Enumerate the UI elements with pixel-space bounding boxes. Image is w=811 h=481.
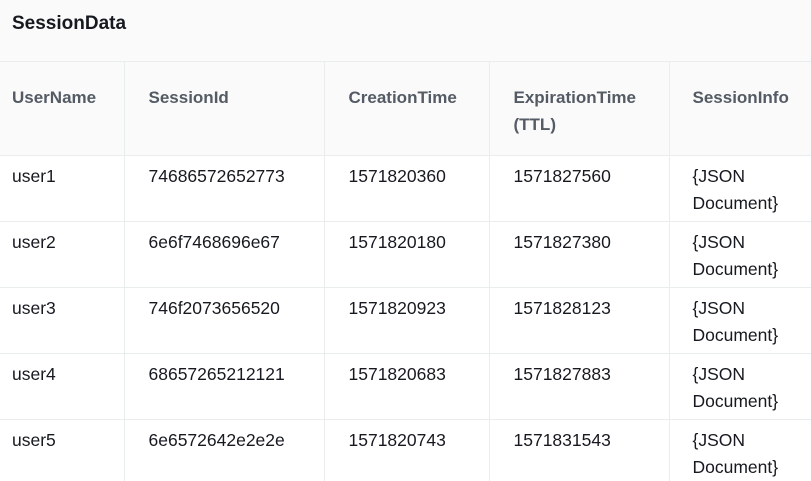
cell-sessioninfo: {JSON Document} [669, 221, 811, 288]
table-title: SessionData [12, 12, 127, 34]
table-row: user2 6e6f7468696e67 1571820180 15718273… [0, 221, 811, 288]
cell-sessionid: 68657265212121 [124, 353, 325, 420]
cell-creationtime: 1571820683 [324, 353, 490, 420]
table-row: user3 746f2073656520 1571820923 15718281… [0, 287, 811, 354]
cell-sessionid: 746f2073656520 [124, 287, 325, 354]
column-header-creationtime: CreationTime [324, 62, 490, 156]
cell-creationtime: 1571820360 [324, 155, 490, 222]
column-header-username: UserName [0, 62, 125, 156]
cell-sessionid: 74686572652773 [124, 155, 325, 222]
column-header-sessionid: SessionId [124, 62, 325, 156]
cell-sessionid: 6e6f7468696e67 [124, 221, 325, 288]
cell-expirationtime: 1571828123 [489, 287, 670, 354]
cell-sessioninfo: {JSON Document} [669, 287, 811, 354]
table-row: user5 6e6572642e2e2e 1571820743 15718315… [0, 419, 811, 481]
cell-username: user2 [0, 221, 125, 288]
table-header-bar: SessionData [0, 0, 811, 62]
table-row: user1 74686572652773 1571820360 15718275… [0, 155, 811, 222]
cell-creationtime: 1571820180 [324, 221, 490, 288]
cell-username: user1 [0, 155, 125, 222]
column-header-sessioninfo: SessionInfo [669, 62, 811, 156]
cell-sessioninfo: {JSON Document} [669, 155, 811, 222]
cell-username: user3 [0, 287, 125, 354]
table-row: user4 68657265212121 1571820683 15718278… [0, 353, 811, 420]
session-data-table: UserName SessionId CreationTime Expirati… [0, 62, 811, 481]
cell-expirationtime: 1571831543 [489, 419, 670, 481]
cell-creationtime: 1571820743 [324, 419, 490, 481]
cell-sessionid: 6e6572642e2e2e [124, 419, 325, 481]
cell-expirationtime: 1571827380 [489, 221, 670, 288]
header-row: UserName SessionId CreationTime Expirati… [0, 62, 811, 156]
cell-username: user5 [0, 419, 125, 481]
cell-sessioninfo: {JSON Document} [669, 353, 811, 420]
cell-username: user4 [0, 353, 125, 420]
cell-expirationtime: 1571827883 [489, 353, 670, 420]
column-header-expirationtime: ExpirationTime (TTL) [489, 62, 670, 156]
cell-sessioninfo: {JSON Document} [669, 419, 811, 481]
cell-expirationtime: 1571827560 [489, 155, 670, 222]
cell-creationtime: 1571820923 [324, 287, 490, 354]
